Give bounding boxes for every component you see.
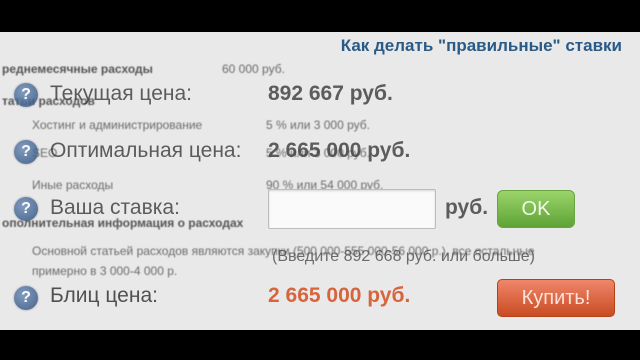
current-price-value: 892 667 руб.: [268, 82, 393, 105]
ok-button[interactable]: OK: [497, 190, 575, 228]
current-price-label: Текущая цена:: [50, 82, 192, 105]
optimal-price-value: 2 665 000 руб.: [268, 139, 411, 162]
video-frame: реднемесячные расходы 60 000 руб. татьи …: [0, 32, 640, 330]
monthly-expenses-label: реднемесячные расходы: [2, 62, 153, 76]
buy-now-button[interactable]: Купить!: [497, 279, 615, 317]
info-text-line: примерно в 3 000-4 000 р.: [32, 264, 178, 278]
help-icon[interactable]: ?: [14, 140, 38, 164]
optimal-price-label: Оптимальная цена:: [50, 139, 242, 162]
blitz-price-value: 2 665 000 руб.: [268, 284, 411, 307]
help-icon[interactable]: ?: [14, 286, 38, 310]
expense-row-label: Иные расходы: [32, 178, 114, 192]
help-icon[interactable]: ?: [14, 197, 38, 221]
expense-row-value: 5 % или 3 000 руб.: [266, 118, 370, 132]
bid-input[interactable]: [268, 189, 436, 229]
page-title: Как делать "правильные" ставки: [340, 36, 622, 55]
expense-row-label: Хостинг и администрирование: [32, 118, 203, 132]
monthly-expenses-value: 60 000 руб.: [222, 62, 285, 76]
bid-label: Ваша ставка:: [50, 196, 180, 219]
help-icon[interactable]: ?: [14, 83, 38, 107]
bid-currency: руб.: [445, 196, 489, 219]
bid-hint: (Введите 892 668 руб. или больше): [272, 248, 535, 265]
blitz-price-label: Блиц цена:: [50, 284, 158, 307]
letterbox-bottom: [0, 330, 640, 360]
letterbox-top: [0, 0, 640, 32]
